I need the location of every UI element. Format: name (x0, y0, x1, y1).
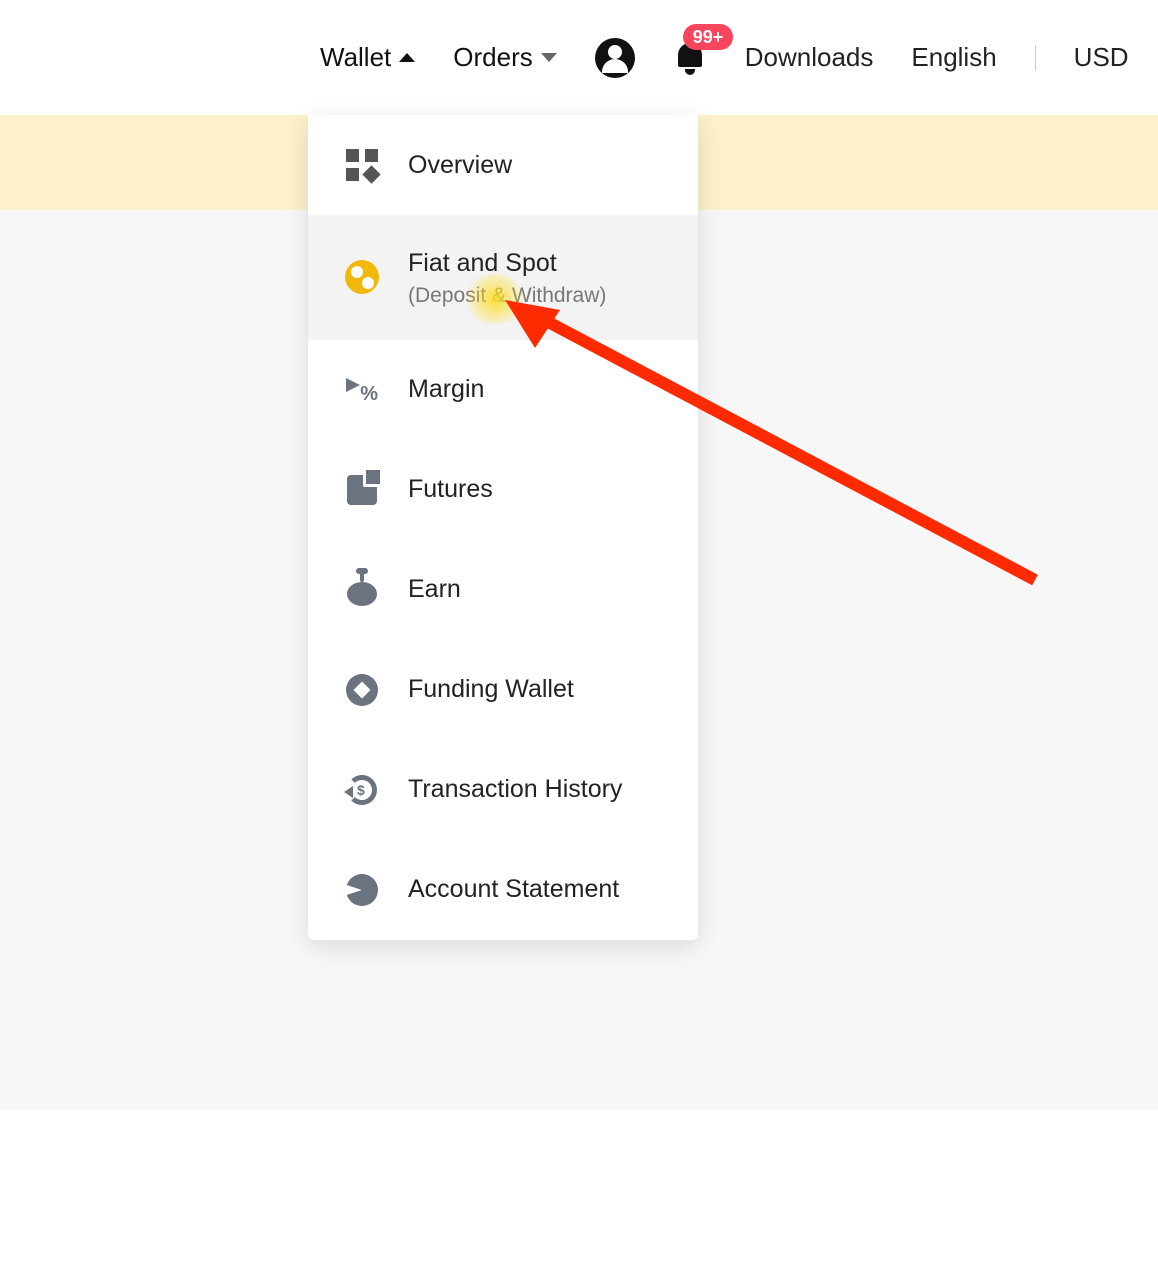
nav-divider (1035, 45, 1036, 71)
menu-transaction-history[interactable]: Transaction History (308, 740, 698, 840)
top-navigation: Wallet Orders 99+ Downloads English USD (0, 0, 1158, 115)
fiat-spot-icon (344, 259, 380, 295)
menu-futures[interactable]: Futures (308, 440, 698, 540)
menu-account-statement-label: Account Statement (408, 873, 619, 906)
caret-down-icon (541, 53, 557, 62)
nav-downloads[interactable]: Downloads (745, 42, 874, 73)
menu-earn[interactable]: Earn (308, 540, 698, 640)
earn-icon (344, 572, 380, 608)
menu-overview-label: Overview (408, 149, 512, 182)
menu-funding-wallet[interactable]: Funding Wallet (308, 640, 698, 740)
nav-language[interactable]: English (911, 42, 996, 73)
notifications-button[interactable]: 99+ (673, 41, 707, 75)
menu-futures-label: Futures (408, 473, 493, 506)
account-icon[interactable] (595, 38, 635, 78)
transaction-history-icon (344, 772, 380, 808)
menu-funding-wallet-label: Funding Wallet (408, 673, 574, 706)
menu-overview[interactable]: Overview (308, 115, 698, 215)
margin-icon (344, 372, 380, 408)
nav-wallet-label: Wallet (320, 42, 391, 73)
nav-currency[interactable]: USD (1074, 42, 1129, 73)
nav-wallet[interactable]: Wallet (320, 42, 415, 73)
funding-wallet-icon (344, 672, 380, 708)
notifications-badge: 99+ (683, 24, 734, 50)
wallet-dropdown: Overview Fiat and Spot (Deposit & Withdr… (308, 115, 698, 940)
overview-icon (344, 147, 380, 183)
menu-margin[interactable]: Margin (308, 340, 698, 440)
menu-fiat-spot[interactable]: Fiat and Spot (Deposit & Withdraw) (308, 215, 698, 340)
nav-orders[interactable]: Orders (453, 42, 556, 73)
menu-margin-label: Margin (408, 373, 484, 406)
menu-fiat-spot-label: Fiat and Spot (408, 247, 606, 280)
menu-account-statement[interactable]: Account Statement (308, 840, 698, 940)
caret-up-icon (399, 53, 415, 62)
futures-icon (344, 472, 380, 508)
menu-earn-label: Earn (408, 573, 461, 606)
nav-orders-label: Orders (453, 42, 532, 73)
account-statement-icon (344, 872, 380, 908)
menu-transaction-history-label: Transaction History (408, 773, 622, 806)
menu-fiat-spot-sub: (Deposit & Withdraw) (408, 284, 606, 308)
